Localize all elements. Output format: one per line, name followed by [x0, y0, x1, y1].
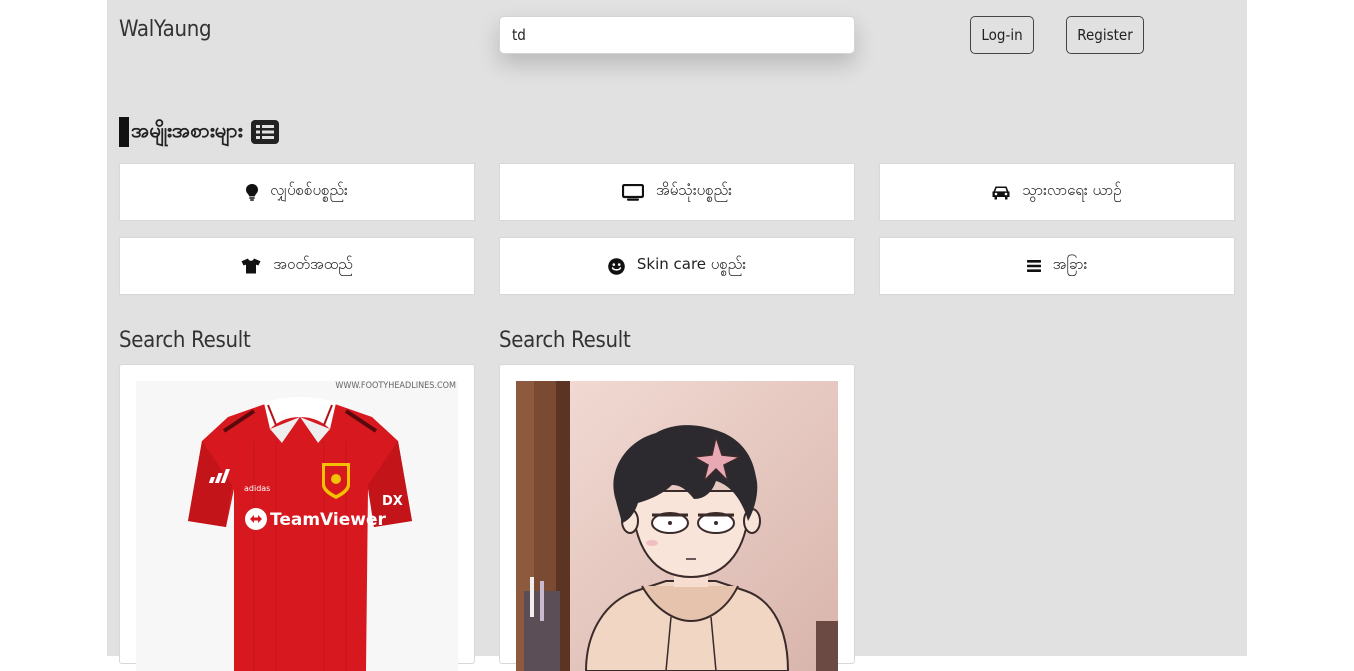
brand-logo[interactable]: WalYaung — [119, 17, 212, 42]
car-icon — [992, 185, 1010, 200]
search-input[interactable] — [500, 17, 854, 53]
category-household[interactable]: အိမ်သုံးပစ္စည်း — [499, 163, 855, 221]
category-label: Skin care ပစ္စည်း — [636, 255, 747, 273]
category-label: အိမ်သုံးပစ္စည်း — [656, 181, 732, 199]
category-vehicles[interactable]: သွားလာရေး ယာဥ် — [879, 163, 1235, 221]
product-image-anime — [516, 381, 838, 671]
categories-title: အမျိုးအစားများ — [131, 118, 243, 142]
login-button[interactable]: Log-in — [970, 16, 1034, 54]
category-other[interactable]: အခြား — [879, 237, 1235, 295]
search-result-title: Search Result — [499, 328, 631, 353]
category-electronics[interactable]: လျှပ်စစ်ပစ္စည်း — [119, 163, 475, 221]
tv-icon — [622, 183, 645, 201]
category-label: လျှပ်စစ်ပစ္စည်း — [270, 181, 348, 199]
search-box[interactable] — [499, 16, 855, 54]
search-result-title: Search Result — [119, 328, 251, 353]
category-label: သွားလာရေး ယာဥ် — [1022, 181, 1122, 199]
smile-icon — [608, 257, 625, 275]
product-image-jersey: WWW.FOOTYHEADLINES.COM adidas TeamViewer… — [136, 381, 458, 671]
heading-accent-bar — [119, 117, 129, 147]
list-icon — [250, 120, 279, 144]
tshirt-icon — [241, 258, 261, 274]
svg-text:TeamViewer: TeamViewer — [270, 510, 387, 530]
category-label: အခြား — [1052, 255, 1088, 273]
categories-heading: အမျိုးအစားများ — [119, 117, 279, 147]
svg-text:DX: DX — [382, 494, 403, 509]
category-skincare[interactable]: Skin care ပစ္စည်း — [499, 237, 855, 295]
search-result-card[interactable] — [499, 364, 855, 671]
bars-icon — [1026, 259, 1041, 273]
search-result-card[interactable]: WWW.FOOTYHEADLINES.COM adidas TeamViewer… — [119, 364, 475, 671]
category-clothing[interactable]: အဝတ်အထည် — [119, 237, 475, 295]
svg-text:adidas: adidas — [244, 484, 270, 493]
category-label: အဝတ်အထည် — [273, 255, 353, 273]
register-button[interactable]: Register — [1066, 16, 1144, 54]
lightbulb-icon — [246, 183, 259, 201]
main-container: WalYaung Log-in Register အမျိုးအစားများ — [107, 0, 1247, 671]
